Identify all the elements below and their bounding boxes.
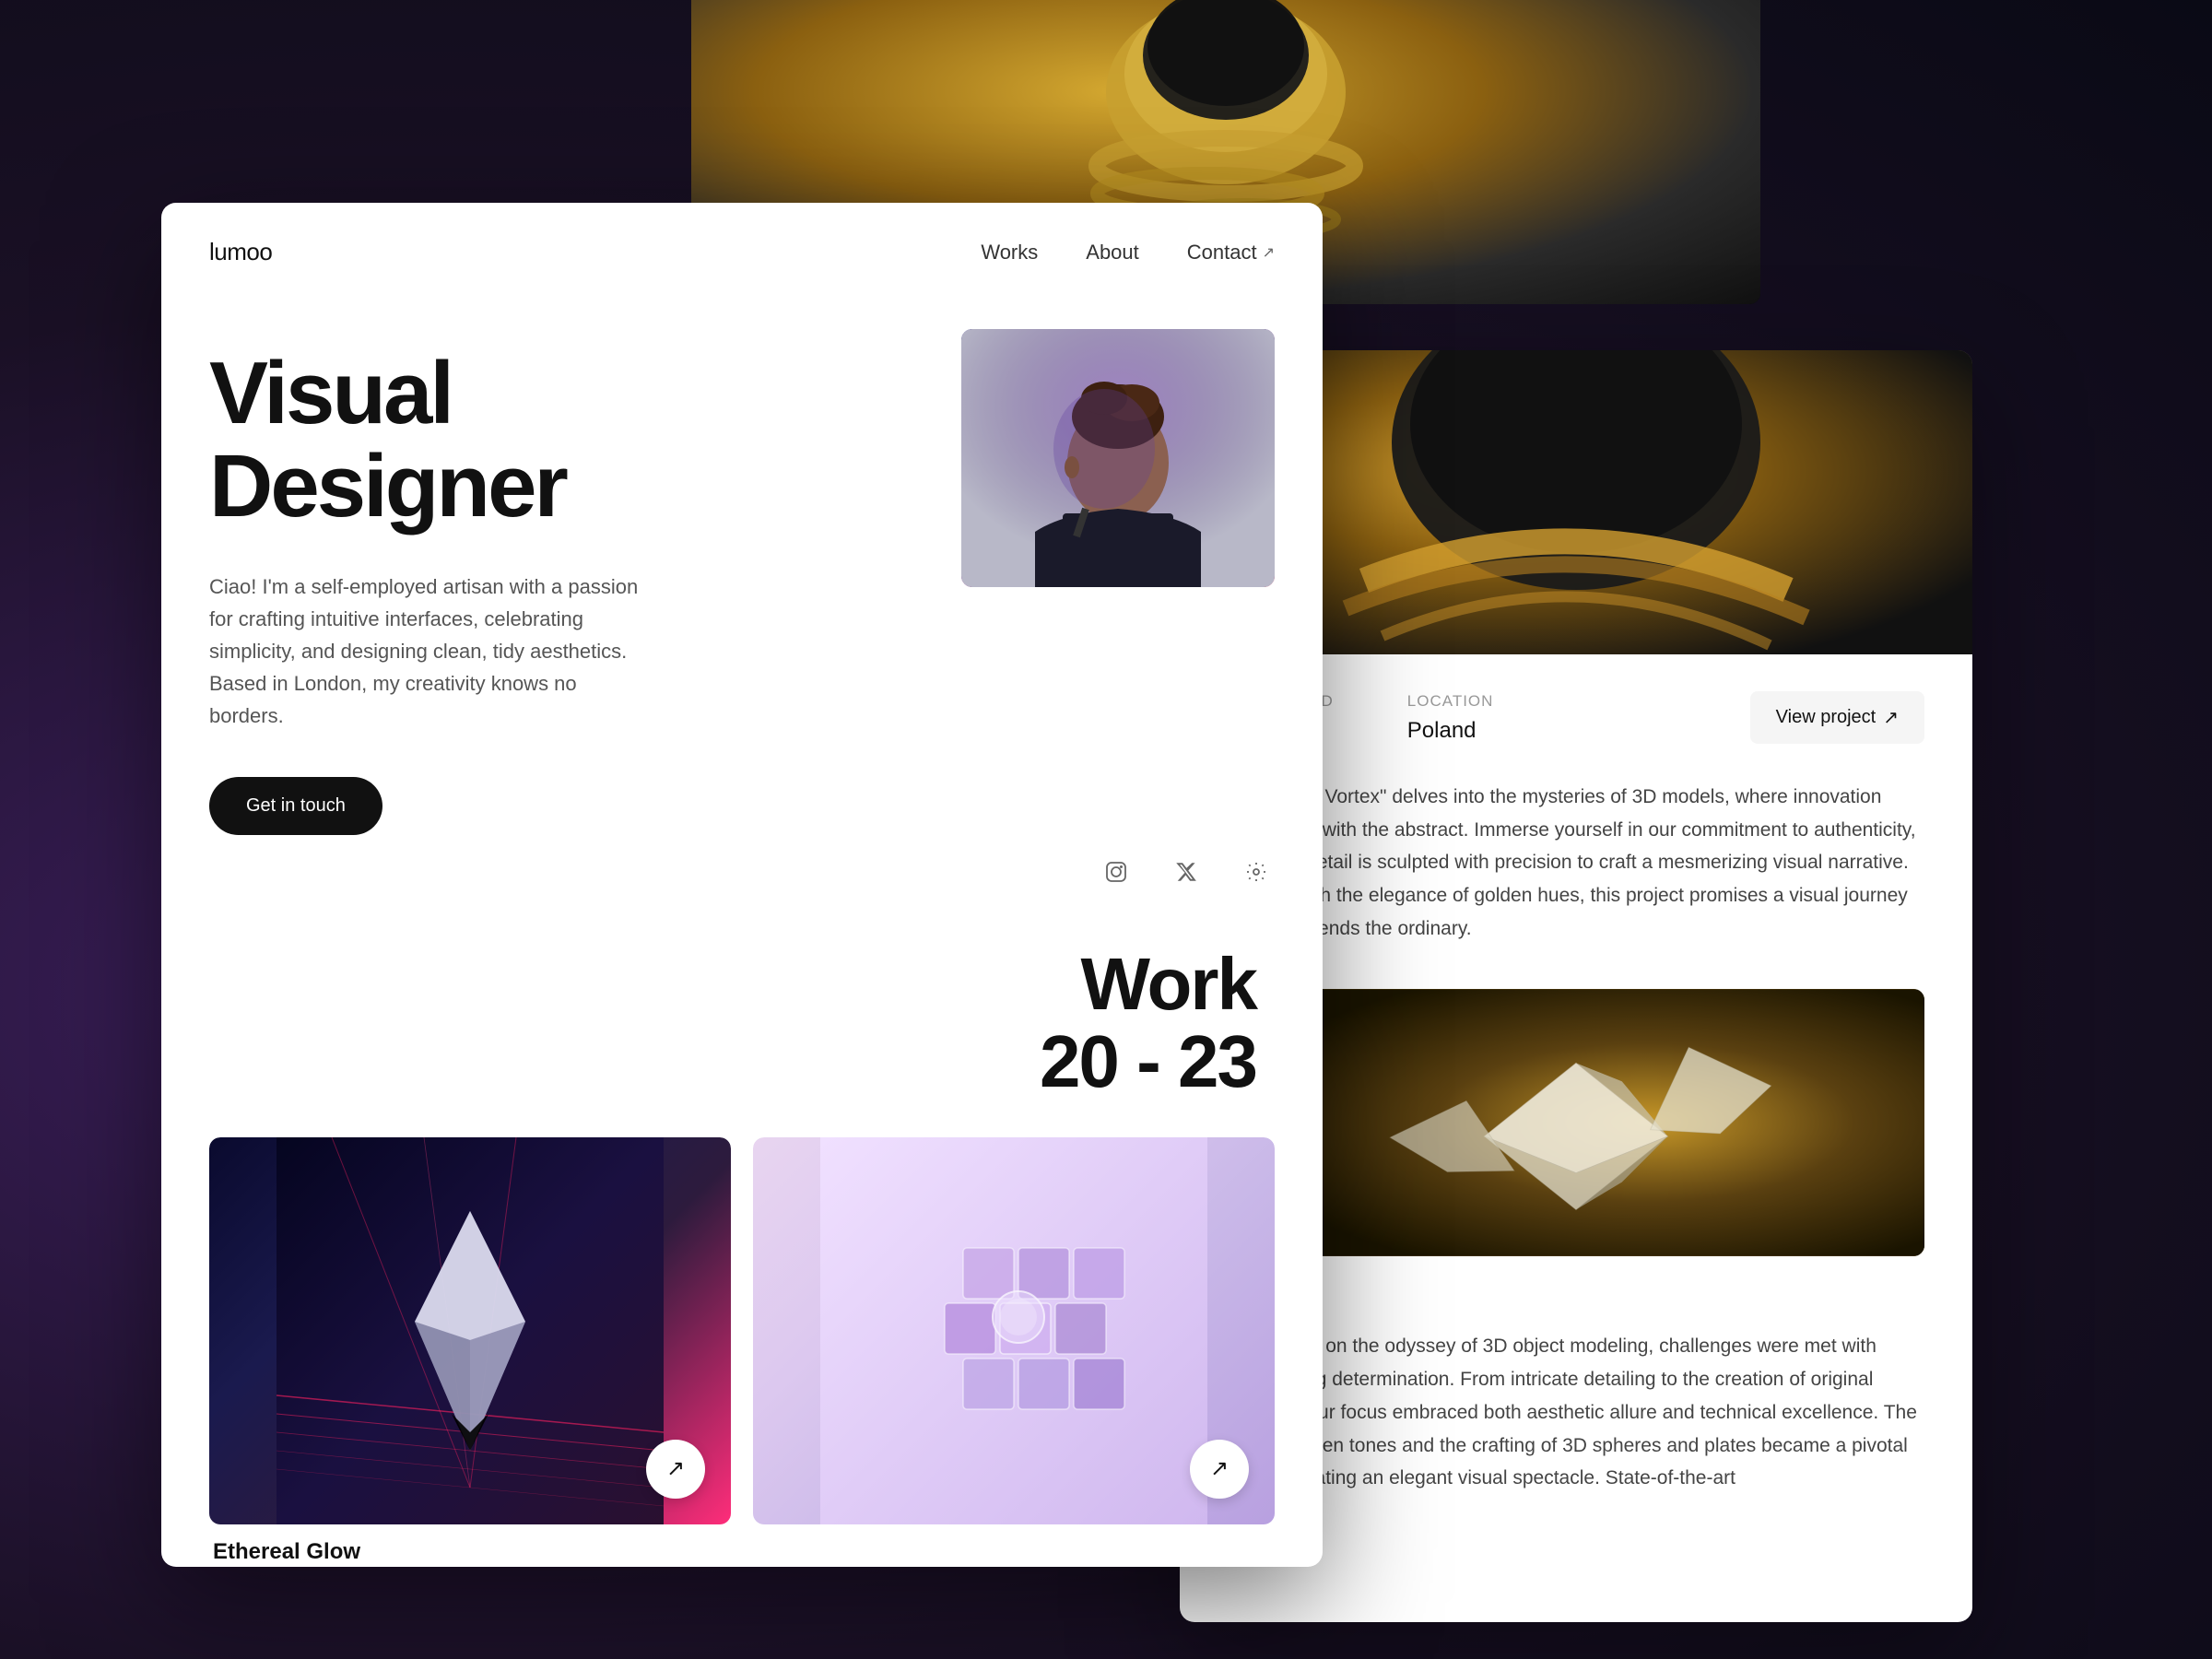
logo: lumoo bbox=[209, 238, 272, 266]
social-row bbox=[161, 835, 1323, 909]
navbar: lumoo Works About Contact ↗ bbox=[161, 203, 1323, 292]
hero-title: Visual Designer bbox=[209, 347, 924, 534]
view-project-label: View project bbox=[1776, 707, 1877, 728]
hero-title-line2: Designer bbox=[209, 437, 566, 535]
work-item-1: ↗ Ethereal Glow Branding · 2022 bbox=[209, 1137, 731, 1567]
location-value: Poland bbox=[1407, 718, 1494, 744]
work-section: Work 20 - 23 bbox=[161, 909, 1323, 1567]
hero-description: Ciao! I'm a self-employed artisan with a… bbox=[209, 571, 652, 733]
work-image-cubes: ↗ bbox=[753, 1137, 1275, 1524]
work-item-1-title: Ethereal Glow bbox=[213, 1539, 727, 1565]
hero-portrait-image bbox=[961, 329, 1275, 587]
nav-contact-link[interactable]: Contact ↗ bbox=[1187, 241, 1275, 265]
external-link-icon: ↗ bbox=[1263, 243, 1275, 262]
meta-location: LOCATION Poland bbox=[1407, 692, 1494, 744]
main-portfolio-card: lumoo Works About Contact ↗ Visual Desig… bbox=[161, 203, 1323, 1567]
work-item-1-arrow-button[interactable]: ↗ bbox=[646, 1440, 705, 1499]
work-title-line2: 20 - 23 bbox=[209, 1023, 1256, 1100]
project-bottom-image bbox=[1228, 989, 1924, 1256]
work-item-2: ↗ bbox=[753, 1137, 1275, 1567]
work-item-2-arrow-button[interactable]: ↗ bbox=[1190, 1440, 1249, 1499]
twitter-x-icon[interactable] bbox=[1168, 853, 1205, 890]
cta-button[interactable]: Get in touch bbox=[209, 777, 382, 835]
settings-icon[interactable] bbox=[1238, 853, 1275, 890]
view-project-button[interactable]: View project ↗ bbox=[1750, 691, 1924, 744]
location-label: LOCATION bbox=[1407, 692, 1494, 711]
work-section-title: Work 20 - 23 bbox=[209, 946, 1275, 1100]
hero-image-wrapper bbox=[961, 329, 1275, 587]
work-title-line1: Work bbox=[209, 946, 1256, 1023]
project-meta: COMPLETED 2023 LOCATION Poland View proj… bbox=[1228, 691, 1924, 744]
hero-title-line1: Visual bbox=[209, 344, 452, 442]
hero-section: Visual Designer Ciao! I'm a self-employe… bbox=[161, 292, 1323, 835]
project-description-1: "Enigmatic Vortex" delves into the myste… bbox=[1228, 781, 1924, 945]
instagram-icon[interactable] bbox=[1098, 853, 1135, 890]
nav-about-link[interactable]: About bbox=[1086, 241, 1139, 265]
nav-links: Works About Contact ↗ bbox=[981, 241, 1275, 265]
hero-text: Visual Designer Ciao! I'm a self-employe… bbox=[209, 329, 924, 835]
work-item-1-label: Ethereal Glow Branding · 2022 bbox=[209, 1539, 731, 1567]
view-project-arrow-icon: ↗ bbox=[1883, 706, 1899, 729]
nav-works-link[interactable]: Works bbox=[981, 241, 1038, 265]
contact-label: Contact bbox=[1187, 241, 1257, 265]
work-grid: ↗ Ethereal Glow Branding · 2022 bbox=[209, 1137, 1275, 1567]
work-image-ethereal-glow: ↗ bbox=[209, 1137, 731, 1524]
